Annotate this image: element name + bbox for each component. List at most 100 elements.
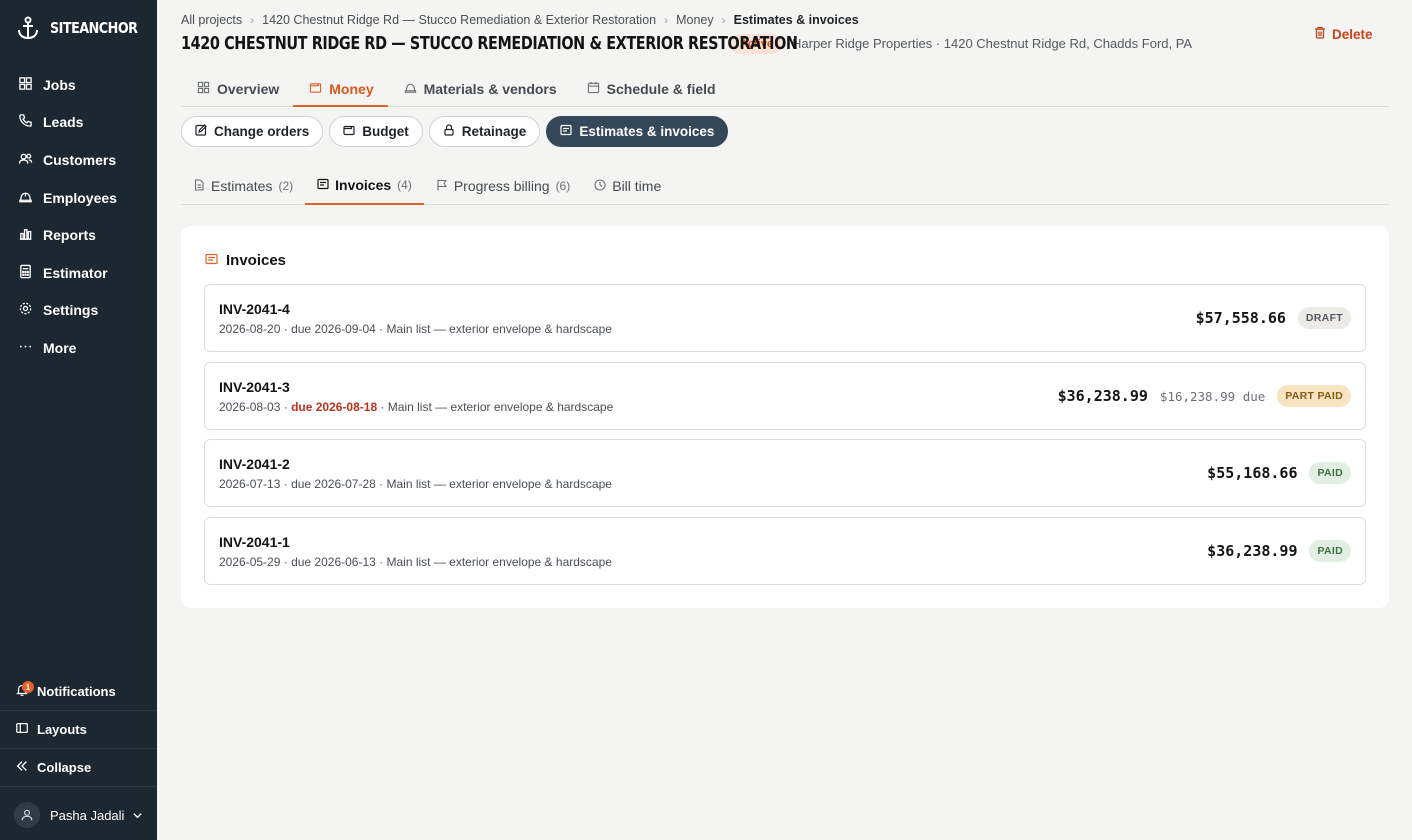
invoice-meta: 2026-08-20 · due 2026-09-04 · Main list … bbox=[219, 322, 612, 336]
invoice-list: Main list — exterior envelope & hardscap… bbox=[386, 555, 612, 569]
tab-schedule-field[interactable]: Schedule & field bbox=[571, 72, 730, 106]
invoice-due: due 2026-07-28 bbox=[291, 477, 376, 491]
user-name: Pasha Jadali bbox=[50, 807, 125, 823]
tab-overview[interactable]: Overview bbox=[181, 72, 293, 106]
invoice-due: due 2026-06-13 bbox=[291, 555, 376, 569]
invoice-amount: $57,558.66 bbox=[1195, 309, 1286, 327]
anchor-icon bbox=[16, 15, 40, 41]
sidebar-item-label: Reports bbox=[43, 227, 96, 244]
sidebar-item-employees[interactable]: Employees bbox=[0, 179, 157, 217]
tab-label: Overview bbox=[217, 81, 280, 97]
invoice-amount: $55,168.66 bbox=[1207, 464, 1298, 482]
invoice-number: INV-2041-1 bbox=[219, 534, 290, 550]
collapse-button[interactable]: Collapse bbox=[0, 749, 157, 787]
subtab-label: Estimates bbox=[211, 177, 273, 194]
layouts-label: Layouts bbox=[37, 722, 87, 737]
chevron-right-icon: › bbox=[250, 13, 255, 27]
grid-icon bbox=[18, 76, 33, 94]
sidebar-item-reports[interactable]: Reports bbox=[0, 216, 157, 254]
estimates-invoices-button[interactable]: Estimates & invoices bbox=[546, 116, 729, 147]
invoices-card: Invoices INV-2041-4 2026-08-20 · due 202… bbox=[181, 226, 1389, 608]
sidebar-item-label: Settings bbox=[43, 302, 99, 319]
phone-icon bbox=[18, 113, 33, 131]
invoice-row[interactable]: INV-2041-1 2026-05-29 · due 2026-06-13 ·… bbox=[204, 517, 1366, 585]
page-subtitle: Harper Ridge Properties · 1420 Chestnut … bbox=[792, 36, 1193, 51]
layout-icon bbox=[15, 721, 29, 738]
tab-money[interactable]: Money bbox=[293, 72, 388, 107]
subtab-invoices[interactable]: Invoices (4) bbox=[305, 167, 424, 205]
pill-label: Change orders bbox=[214, 124, 310, 139]
invoice-meta: 2026-08-03 · due 2026-08-18 · Main list … bbox=[219, 400, 614, 414]
sidebar-item-label: Jobs bbox=[43, 76, 76, 93]
wallet-icon bbox=[309, 81, 322, 97]
delete-label: Delete bbox=[1332, 26, 1373, 42]
subtab-label: Progress billing bbox=[453, 177, 550, 194]
delete-button[interactable]: Delete bbox=[1314, 26, 1373, 42]
sidebar-item-label: More bbox=[43, 339, 77, 356]
lock-icon bbox=[443, 124, 455, 139]
gear-icon bbox=[18, 301, 33, 319]
card-title-label: Invoices bbox=[226, 252, 287, 269]
invoice-subtabs: Estimates (2) Invoices (4) Progress bill… bbox=[181, 167, 1389, 205]
breadcrumb-current: Estimates & invoices bbox=[733, 13, 859, 27]
notifications-count-badge: 1 bbox=[22, 681, 34, 693]
subtab-bill-time[interactable]: Bill time bbox=[582, 167, 673, 204]
sidebar-item-leads[interactable]: Leads bbox=[0, 104, 157, 142]
sidebar-item-estimator[interactable]: Estimator bbox=[0, 254, 157, 292]
sidebar-item-settings[interactable]: Settings bbox=[0, 292, 157, 330]
tab-materials-vendors[interactable]: Materials & vendors bbox=[388, 72, 571, 106]
invoice-row[interactable]: INV-2041-4 2026-08-20 · due 2026-09-04 ·… bbox=[204, 284, 1366, 352]
receipt-icon bbox=[317, 177, 329, 193]
invoice-number: INV-2041-3 bbox=[219, 379, 290, 395]
hardhat-icon bbox=[404, 81, 417, 97]
sidebar-item-jobs[interactable]: Jobs bbox=[0, 66, 157, 104]
pill-label: Estimates & invoices bbox=[579, 124, 715, 139]
subtab-progress-billing[interactable]: Progress billing (6) bbox=[424, 167, 582, 204]
breadcrumb-project[interactable]: 1420 Chestnut Ridge Rd — Stucco Remediat… bbox=[262, 13, 656, 27]
invoice-row[interactable]: INV-2041-2 2026-07-13 · due 2026-07-28 ·… bbox=[204, 439, 1366, 507]
ellipsis-icon bbox=[18, 339, 33, 357]
page-title: 1420 CHESTNUT RIDGE RD — STUCCO REMEDIAT… bbox=[181, 33, 798, 54]
invoice-status-badge: PART PAID bbox=[1277, 385, 1351, 407]
sidebar-item-label: Employees bbox=[43, 189, 117, 206]
invoice-summary: $36,238.99 PAID bbox=[1207, 518, 1351, 584]
invoice-list: Main list — exterior envelope & hardscap… bbox=[387, 400, 614, 414]
receipt-icon bbox=[560, 124, 572, 139]
main-content: All projects › 1420 Chestnut Ridge Rd — … bbox=[157, 0, 1412, 840]
users-icon bbox=[18, 151, 33, 169]
invoice-number: INV-2041-4 bbox=[219, 301, 290, 317]
invoice-remaining: $16,238.99 due bbox=[1159, 388, 1266, 404]
sidebar-item-customers[interactable]: Customers bbox=[0, 141, 157, 179]
invoice-date: 2026-05-29 bbox=[219, 555, 281, 569]
invoice-date: 2026-07-13 bbox=[219, 477, 281, 491]
invoice-date: 2026-08-03 bbox=[219, 400, 281, 414]
edit-icon bbox=[195, 124, 207, 139]
invoice-status-badge: PAID bbox=[1309, 540, 1351, 562]
layouts-button[interactable]: Layouts bbox=[0, 711, 157, 749]
sidebar-item-label: Estimator bbox=[43, 264, 108, 281]
invoice-number: INV-2041-2 bbox=[219, 456, 290, 472]
subtab-count: (4) bbox=[397, 178, 412, 192]
grid-icon bbox=[197, 81, 210, 97]
wallet-icon bbox=[343, 124, 355, 139]
budget-button[interactable]: Budget bbox=[329, 116, 423, 147]
breadcrumb-all-projects[interactable]: All projects bbox=[181, 13, 242, 27]
invoice-list: Main list — exterior envelope & hardscap… bbox=[386, 477, 612, 491]
breadcrumb-money[interactable]: Money bbox=[676, 13, 714, 27]
user-menu[interactable]: Pasha Jadali bbox=[0, 790, 157, 840]
document-icon bbox=[193, 178, 205, 194]
notifications-button[interactable]: 1 Notifications bbox=[0, 673, 157, 711]
invoice-row[interactable]: INV-2041-3 2026-08-03 · due 2026-08-18 ·… bbox=[204, 362, 1366, 430]
retainage-button[interactable]: Retainage bbox=[428, 116, 541, 147]
sidebar-item-label: Customers bbox=[43, 151, 117, 168]
hardhat-icon bbox=[18, 189, 33, 207]
change-orders-button[interactable]: Change orders bbox=[181, 116, 324, 147]
sidebar-item-more[interactable]: More bbox=[0, 329, 157, 367]
clock-icon bbox=[594, 178, 606, 194]
avatar bbox=[14, 802, 40, 828]
subtab-estimates[interactable]: Estimates (2) bbox=[181, 167, 305, 204]
invoice-status-badge: DRAFT bbox=[1297, 307, 1351, 329]
calculator-icon bbox=[18, 264, 33, 282]
invoice-due-overdue: due 2026-08-18 bbox=[291, 400, 378, 414]
brand[interactable]: SITEANCHOR bbox=[16, 14, 153, 42]
